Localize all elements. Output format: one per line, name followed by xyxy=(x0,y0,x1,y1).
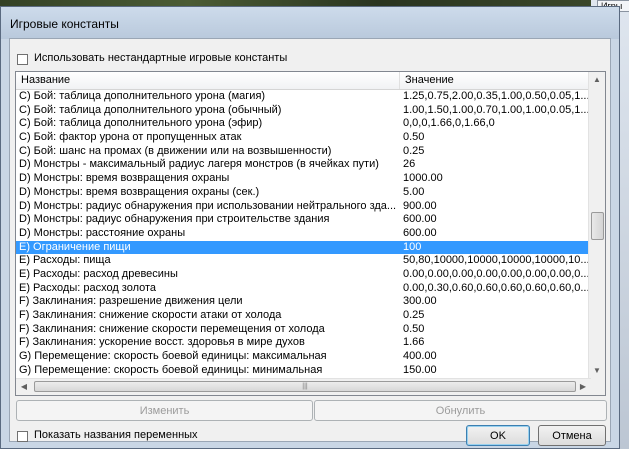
table-row[interactable]: D) Монстры: расстояние охраны 600.00 xyxy=(16,227,591,241)
constant-name-cell: D) Монстры: время возвращения охраны (се… xyxy=(19,185,260,198)
table-row[interactable]: E) Расходы: расход золота 0.00,0.30,0.60,… xyxy=(16,282,591,296)
scroll-left-icon[interactable]: ◀ xyxy=(16,379,32,395)
constant-value-cell: 26 xyxy=(403,158,416,171)
constant-name-cell: E) Ограничение пищи xyxy=(19,240,131,253)
dialog-client: Использовать нестандартные игровые конст… xyxy=(9,38,611,446)
constant-value-cell: 0.00,0.00,0.00,0.00,0.00,0.00,0.00,0... xyxy=(403,267,589,280)
table-row[interactable]: D) Монстры: радиус обнаружения при строи… xyxy=(16,213,591,227)
table-row[interactable]: C) Бой: таблица дополнительного урона (м… xyxy=(16,90,591,104)
constant-value-cell: 400.00 xyxy=(403,350,437,363)
constant-name-cell: F) Заклинания: снижение скорости атаки о… xyxy=(19,309,282,321)
constant-name-cell: F) Заклинания: ускорение восст. здоровья… xyxy=(19,336,305,349)
horizontal-scroll-thumb[interactable]: ||| xyxy=(34,381,576,392)
use-custom-label[interactable]: Использовать нестандартные игровые конст… xyxy=(34,52,287,64)
table-row[interactable]: D) Монстры: время возвращения охраны 1000… xyxy=(16,172,591,186)
cancel-button[interactable]: Отмена xyxy=(538,425,606,446)
list-rows: C) Бой: таблица дополнительного урона (м… xyxy=(16,90,591,379)
table-row[interactable]: F) Заклинания: снижение скорости атаки о… xyxy=(16,309,591,323)
constant-name-cell: D) Монстры: расстояние охраны xyxy=(19,226,186,239)
constant-value-cell: 600.00 xyxy=(403,213,437,226)
constant-value-cell: 1.66 xyxy=(403,336,425,349)
constant-name-cell: C) Бой: фактор урона от пропущенных атак xyxy=(19,131,242,144)
table-row[interactable]: D) Монстры - максимальный радиус лагеря … xyxy=(16,158,591,172)
reset-button[interactable]: Обнулить xyxy=(314,400,607,421)
constant-name-cell: D) Монстры: радиус обнаружения при испол… xyxy=(19,199,397,212)
table-row[interactable]: C) Бой: фактор урона от пропущенных атак… xyxy=(16,131,591,145)
table-row[interactable]: E) Расходы: пища 50,80,10000,10000,10000,… xyxy=(16,254,591,268)
constant-name-cell: E) Расходы: пища xyxy=(19,254,111,267)
table-row[interactable]: E) Расходы: расход древесины 0.00,0.00,0.… xyxy=(16,268,591,282)
horizontal-scrollbar[interactable]: ◀ ||| ▶ xyxy=(16,378,591,395)
constant-name-cell: E) Расходы: расход золота xyxy=(19,281,157,294)
constant-value-cell: 0.00,0.30,0.60,0.60,0.60,0.60,0.60,0... xyxy=(403,281,589,294)
title-bar[interactable]: Игровые константы xyxy=(1,7,619,39)
table-row[interactable]: G) Перемещение: скорость боевой единицы:… xyxy=(16,364,591,378)
scroll-down-icon[interactable]: ▼ xyxy=(589,363,605,379)
constant-value-cell: 0.25 xyxy=(403,309,425,321)
constant-value-cell: 0.25 xyxy=(403,144,425,157)
table-row[interactable]: C) Бой: шанс на промах (в движении или н… xyxy=(16,145,591,159)
ok-button[interactable]: OK xyxy=(466,425,530,446)
table-row[interactable]: G) Перемещение: скорость боевой единицы:… xyxy=(16,350,591,364)
game-constants-dialog: Игровые константы Использовать нестандар… xyxy=(0,6,620,449)
constant-value-cell: 1.00,1.50,1.00,0.70,1.00,1.00,0.05,1... xyxy=(403,103,589,116)
use-custom-checkbox[interactable] xyxy=(17,54,28,65)
constant-value-cell: 1000.00 xyxy=(403,172,443,185)
table-row[interactable]: D) Монстры: радиус обнаружения при испол… xyxy=(16,200,591,214)
constant-value-cell: 0.50 xyxy=(403,131,425,144)
table-row[interactable]: E) Ограничение пищи 100 xyxy=(16,240,591,255)
vertical-scrollbar[interactable]: ▲ ▼ xyxy=(588,72,605,379)
show-names-label[interactable]: Показать названия переменных xyxy=(34,429,198,441)
table-row[interactable]: F) Заклинания: ускорение восст. здоровья… xyxy=(16,336,591,350)
table-row[interactable]: C) Бой: таблица дополнительного урона (э… xyxy=(16,117,591,131)
column-header-value[interactable]: Значение xyxy=(400,72,591,89)
constants-list[interactable]: Название Значение C) Бой: таблица дополн… xyxy=(15,71,606,396)
constant-value-cell: 50,80,10000,10000,10000,10000,10... xyxy=(403,254,589,267)
window-title: Игровые константы xyxy=(10,17,119,31)
constant-name-cell: D) Монстры - максимальный радиус лагеря … xyxy=(19,158,379,171)
constant-name-cell: D) Монстры: время возвращения охраны xyxy=(19,172,230,185)
column-header-name[interactable]: Название xyxy=(16,72,400,89)
vertical-scroll-thumb[interactable] xyxy=(591,212,604,240)
constant-name-cell: C) Бой: таблица дополнительного урона (э… xyxy=(19,117,263,130)
constant-name-cell: C) Бой: таблица дополнительного урона (м… xyxy=(19,90,266,102)
constant-name-cell: D) Монстры: радиус обнаружения при строи… xyxy=(19,213,330,226)
constant-name-cell: G) Перемещение: скорость боевой единицы:… xyxy=(19,363,323,376)
scroll-corner xyxy=(589,379,605,395)
constant-name-cell: F) Заклинания: разрешение движения цели xyxy=(19,295,243,308)
constant-value-cell: 900.00 xyxy=(403,199,437,212)
constant-value-cell: 300.00 xyxy=(403,295,437,308)
constant-name-cell: G) Перемещение: скорость боевой единицы:… xyxy=(19,350,327,363)
table-row[interactable]: F) Заклинания: снижение скорости перемещ… xyxy=(16,323,591,337)
edit-button[interactable]: Изменить xyxy=(16,400,313,421)
table-row[interactable]: F) Заклинания: разрешение движения цели 3… xyxy=(16,295,591,309)
constant-name-cell: E) Расходы: расход древесины xyxy=(19,267,178,280)
scroll-up-icon[interactable]: ▲ xyxy=(589,72,605,88)
constant-name-cell: C) Бой: таблица дополнительного урона (о… xyxy=(19,103,282,116)
constant-value-cell: 0,0,0,1.66,0,1.66,0 xyxy=(403,117,495,130)
constant-value-cell: 600.00 xyxy=(403,226,437,239)
constant-value-cell: 0.50 xyxy=(403,322,425,335)
constant-name-cell: C) Бой: шанс на промах (в движении или н… xyxy=(19,144,332,157)
constant-value-cell: 100 xyxy=(403,240,422,253)
constant-value-cell: 1.25,0.75,2.00,0.35,1.00,0.50,0.05,1... xyxy=(403,90,589,102)
show-names-checkbox[interactable] xyxy=(17,431,28,442)
constant-value-cell: 5.00 xyxy=(403,185,425,198)
list-header: Название Значение xyxy=(16,72,591,90)
table-row[interactable]: C) Бой: таблица дополнительного урона (о… xyxy=(16,104,591,118)
constant-name-cell: F) Заклинания: снижение скорости перемещ… xyxy=(19,322,325,335)
constant-value-cell: 150.00 xyxy=(403,363,437,376)
table-row[interactable]: D) Монстры: время возвращения охраны (се… xyxy=(16,186,591,200)
